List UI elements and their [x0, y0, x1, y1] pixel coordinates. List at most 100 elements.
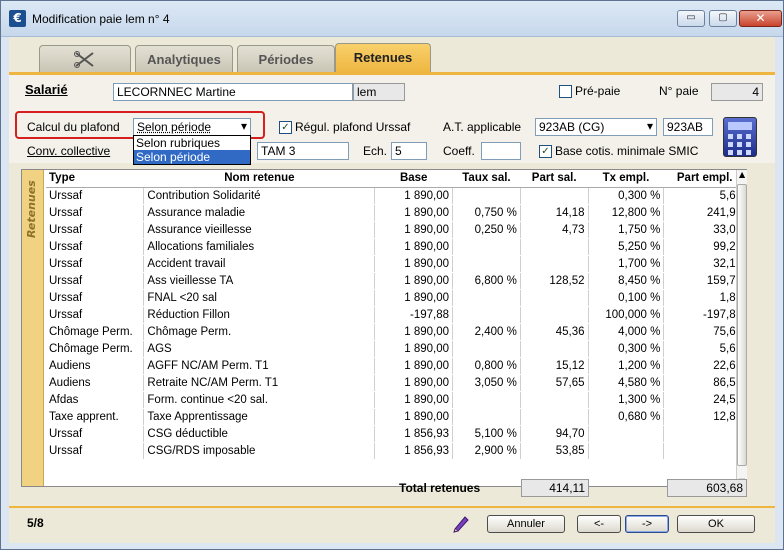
table-cell: 159,71	[663, 272, 746, 290]
footer-bar: 5/8 Annuler <- -> OK	[9, 506, 775, 543]
coeff-field[interactable]	[481, 142, 521, 160]
table-cell: Taxe apprent.	[46, 408, 145, 426]
maximize-button[interactable]: ▢	[709, 10, 737, 27]
table-row[interactable]: Urssaf CSG déductible 1 856,93 5,100 % 94,70	[46, 425, 746, 443]
table-cell: 6,800 %	[452, 272, 521, 290]
tab-main[interactable]	[39, 45, 131, 73]
vertical-scrollbar[interactable]: ▲ ▼	[736, 170, 747, 486]
table-cell: 1 890,00	[374, 323, 454, 341]
table-cell: 0,680 %	[588, 408, 665, 426]
annuler-button[interactable]: Annuler	[487, 515, 565, 533]
window: € Modification paie lem n° 4 ▭ ▢ ✕ Analy…	[0, 0, 784, 550]
option-selon-periode[interactable]: Selon période	[134, 150, 250, 164]
col-nom[interactable]: Nom retenue	[143, 170, 375, 188]
table-cell: 45,36	[520, 323, 589, 341]
regul-plafond-checkbox[interactable]: ✓	[279, 121, 292, 134]
retenues-grid[interactable]: Retenues Type Nom retenue Base Taux sal.…	[21, 169, 747, 487]
table-row[interactable]: Urssaf CSG/RDS imposable 1 856,93 2,900 % 53…	[46, 442, 746, 460]
table-row[interactable]: Urssaf Assurance vieillesse 1 890,00 0,250 …	[46, 221, 746, 239]
pen-icon[interactable]	[451, 513, 471, 533]
table-cell: Taxe Apprentissage	[143, 408, 376, 426]
col-part-sal[interactable]: Part sal.	[520, 170, 589, 188]
minimize-button[interactable]: ▭	[677, 10, 705, 27]
table-cell: Form. continue <20 sal.	[143, 391, 376, 409]
tab-periodes[interactable]: Périodes	[237, 45, 335, 73]
table-cell: 86,56	[663, 374, 746, 392]
salarie-name-field[interactable]: LECORNNEC Martine	[113, 83, 353, 101]
base-smic-checkbox[interactable]: ✓	[539, 145, 552, 158]
table-cell: Urssaf	[46, 289, 145, 307]
ok-button[interactable]: OK	[677, 515, 755, 533]
table-cell: Afdas	[46, 391, 145, 409]
table-row[interactable]: Afdas Form. continue <20 sal. 1 890,00 1,30…	[46, 391, 746, 409]
previous-button[interactable]: <-	[577, 515, 621, 533]
col-taux-sal[interactable]: Taux sal.	[452, 170, 521, 188]
col-base[interactable]: Base	[374, 170, 453, 188]
table-row[interactable]: Taxe apprent. Taxe Apprentissage 1 890,00 0…	[46, 408, 746, 426]
grid-sidebar: Retenues	[22, 170, 44, 486]
chevron-down-icon: ▾	[646, 119, 653, 133]
table-cell: 1 890,00	[374, 255, 454, 273]
conv-field[interactable]: TAM 3	[257, 142, 349, 160]
table-cell	[663, 442, 746, 460]
table-cell: Urssaf	[46, 204, 145, 222]
total-part-empl: 603,68	[667, 479, 747, 497]
table-cell: 15,12	[520, 357, 589, 375]
table-cell: Urssaf	[46, 442, 145, 460]
table-cell: 1 856,93	[374, 442, 454, 460]
table-cell: Urssaf	[46, 272, 145, 290]
salarie-code-field[interactable]: lem	[353, 83, 405, 101]
table-cell: CSG déductible	[143, 425, 376, 443]
table-cell: Ass vieillesse TA	[143, 272, 376, 290]
table-row[interactable]: Urssaf Assurance maladie 1 890,00 0,750 % 14…	[46, 204, 746, 222]
table-cell: 1 890,00	[374, 374, 454, 392]
close-button[interactable]: ✕	[739, 10, 782, 27]
ech-label: Ech.	[363, 144, 388, 158]
next-button[interactable]: ->	[625, 515, 669, 533]
scroll-up-icon[interactable]: ▲	[739, 170, 745, 179]
tab-analytiques[interactable]: Analytiques	[135, 45, 233, 73]
table-row[interactable]: Urssaf Contribution Solidarité 1 890,00 0,3…	[46, 187, 746, 205]
ech-field[interactable]: 5	[391, 142, 427, 160]
app-icon: €	[9, 10, 26, 27]
tab-retenues[interactable]: Retenues	[335, 43, 431, 73]
calcul-plafond-dropdown[interactable]: Selon rubriques Selon période	[133, 135, 251, 165]
table-row[interactable]: Urssaf Ass vieillesse TA 1 890,00 6,800 % 12…	[46, 272, 746, 290]
salarie-label[interactable]: Salarié	[25, 82, 68, 97]
table-row[interactable]: Audiens AGFF NC/AM Perm. T1 1 890,00 0,800 …	[46, 357, 746, 375]
table-cell: 1,89	[663, 289, 746, 307]
table-row[interactable]: Urssaf Réduction Fillon -197,88 100,000 % -1…	[46, 306, 746, 324]
table-cell: Urssaf	[46, 187, 145, 205]
scroll-thumb[interactable]	[737, 184, 747, 466]
col-tx-empl[interactable]: Tx empl.	[588, 170, 664, 188]
option-selon-rubriques[interactable]: Selon rubriques	[134, 136, 250, 150]
table-row[interactable]: Chômage Perm. Chômage Perm. 1 890,00 2,400 …	[46, 323, 746, 341]
table-cell: Assurance maladie	[143, 204, 376, 222]
prepaie-checkbox[interactable]	[559, 85, 572, 98]
num-paie-label: N° paie	[659, 84, 699, 98]
table-cell: Urssaf	[46, 425, 145, 443]
table-row[interactable]: Audiens Retraite NC/AM Perm. T1 1 890,00 3,…	[46, 374, 746, 392]
table-cell: 53,85	[520, 442, 589, 460]
table-cell: 14,18	[520, 204, 589, 222]
table-cell: Chômage Perm.	[46, 323, 145, 341]
table-cell	[452, 238, 521, 256]
table-header: Type Nom retenue Base Taux sal. Part sal…	[46, 170, 746, 188]
table-row[interactable]: Urssaf Accident travail 1 890,00 1,700 % 32,…	[46, 255, 746, 273]
calculator-icon[interactable]	[723, 117, 757, 157]
at-applicable-select[interactable]: 923AB (CG) ▾	[535, 118, 657, 136]
table-row[interactable]: Urssaf FNAL <20 sal 1 890,00 0,100 % 1,89	[46, 289, 746, 307]
table-row[interactable]: Urssaf Allocations familiales 1 890,00 5,25…	[46, 238, 746, 256]
page-indicator: 5/8	[27, 516, 44, 530]
table-cell: 5,67	[663, 340, 746, 358]
col-type[interactable]: Type	[46, 170, 144, 188]
table-cell: 4,73	[520, 221, 589, 239]
conv-collective-label[interactable]: Conv. collective	[27, 144, 110, 158]
table-cell: 4,580 %	[588, 374, 665, 392]
table-cell	[520, 289, 589, 307]
col-part-empl[interactable]: Part empl.	[663, 170, 746, 188]
table-cell: Urssaf	[46, 238, 145, 256]
table-cell: 1,750 %	[588, 221, 665, 239]
at-code-field[interactable]: 923AB	[663, 118, 713, 136]
table-row[interactable]: Chômage Perm. AGS 1 890,00 0,300 % 5,67	[46, 340, 746, 358]
